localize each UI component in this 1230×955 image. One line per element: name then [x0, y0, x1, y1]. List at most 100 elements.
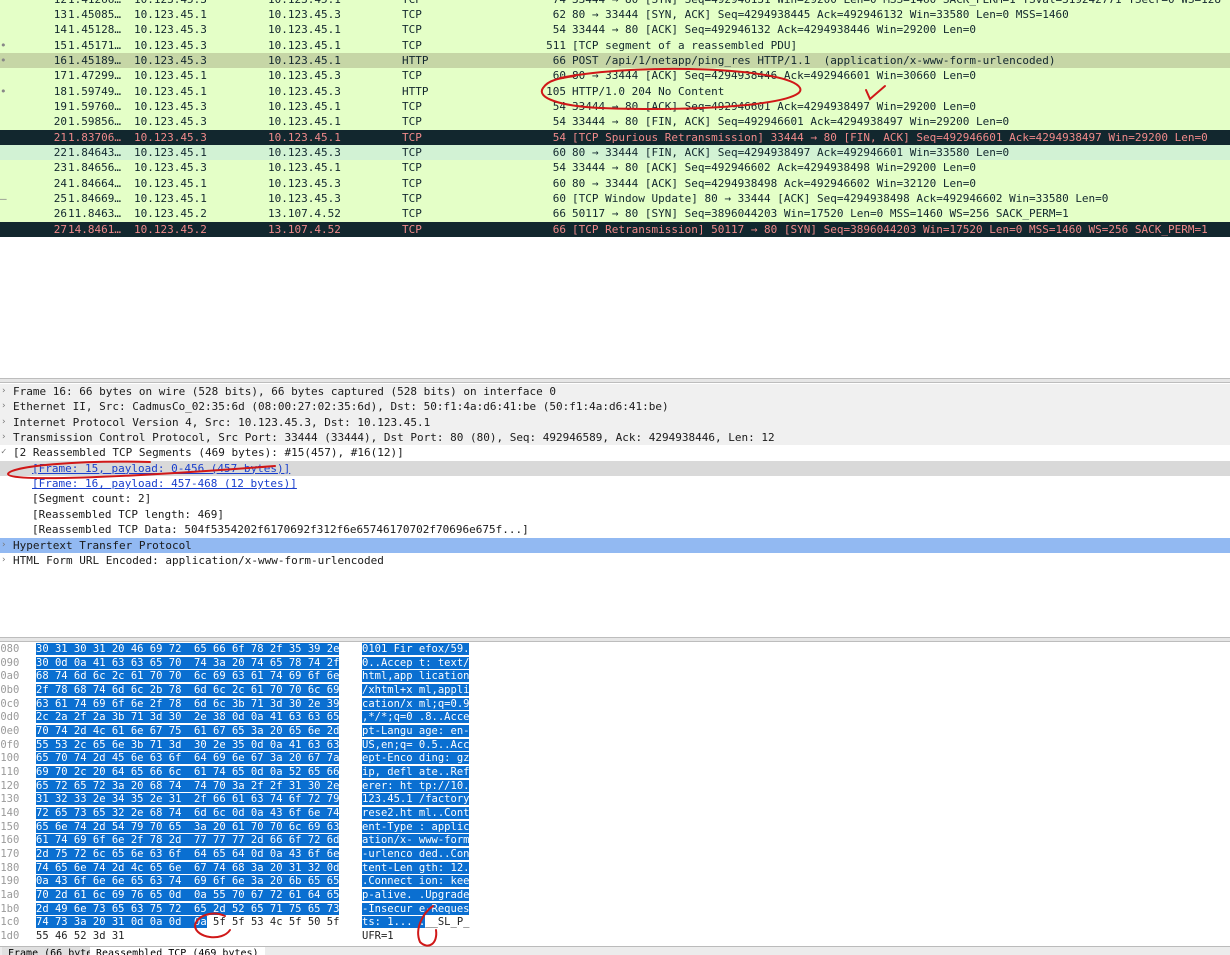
hex-offset: 0130 [0, 793, 19, 807]
ascii-selected[interactable]: ,*/*;q=0 .8..Acce [362, 711, 469, 723]
packet-time: 1.41266… [68, 0, 121, 7]
ascii-selected[interactable]: .Connect ion: kee [362, 875, 469, 887]
packet-row[interactable]: —251.84669…10.123.45.110.123.45.3TCP60[T… [0, 191, 1230, 206]
packet-row[interactable]: 241.84664…10.123.45.110.123.45.3TCP6080 … [0, 176, 1230, 191]
packet-row[interactable]: 2714.8461…10.123.45.213.107.4.52TCP66[TC… [0, 222, 1230, 237]
detail-tree-item[interactable]: ✓[2 Reassembled TCP Segments (469 bytes)… [0, 445, 1230, 460]
hex-bytes-selected[interactable]: 63 61 74 69 6f 6e 2f 78 6d 6c 3b 71 3d 3… [36, 698, 339, 710]
ascii-text[interactable]: UFR=1 [362, 930, 394, 942]
ascii-selected[interactable]: rese2.ht ml..Cont [362, 807, 469, 819]
collapsed-chevron-icon[interactable]: › [1, 553, 6, 568]
frame-link[interactable]: [Frame: 15, payload: 0-456 (457 bytes)] [32, 461, 290, 476]
detail-tree-item[interactable]: › HTML Form URL Encoded: application/x-ww… [0, 553, 1230, 568]
ascii-selected[interactable]: html,app lication [362, 670, 469, 682]
packet-row[interactable]: 231.84656…10.123.45.310.123.45.1TCP54334… [0, 160, 1230, 175]
packet-row[interactable]: 201.59856…10.123.45.310.123.45.1TCP54334… [0, 114, 1230, 129]
hex-bytes-selected[interactable]: 74 73 3a 20 31 0d 0a 0d 0a [36, 916, 207, 928]
packet-row[interactable]: 191.59760…10.123.45.310.123.45.1TCP54334… [0, 99, 1230, 114]
ascii-selected[interactable]: 0..Accep t: text/ [362, 657, 469, 669]
hex-bytes-selected[interactable]: 2f 78 68 74 6d 6c 2b 78 6d 6c 2c 61 70 7… [36, 684, 339, 696]
ascii-selected[interactable]: ept-Enco ding: gz [362, 752, 469, 764]
detail-tree-item[interactable]: [Frame: 15, payload: 0-456 (457 bytes)] [0, 461, 1230, 476]
detail-tree-item[interactable]: [Reassembled TCP Data: 504f5354202f61706… [0, 522, 1230, 537]
collapsed-chevron-icon[interactable]: › [1, 415, 6, 430]
packet-bytes-pane[interactable]: 008030 31 30 31 20 46 69 72 65 66 6f 78 … [0, 642, 1230, 946]
hex-bytes-selected[interactable]: 55 53 2c 65 6e 3b 71 3d 30 2e 35 0d 0a 4… [36, 739, 339, 751]
hex-bytes-selected[interactable]: 72 65 73 65 32 2e 68 74 6d 6c 0d 0a 43 6… [36, 807, 339, 819]
detail-tree-item[interactable]: ›Internet Protocol Version 4, Src: 10.12… [0, 415, 1230, 430]
ascii-selected[interactable]: cation/x ml;q=0.9 [362, 698, 469, 710]
detail-text: Ethernet II, Src: CadmusCo_02:35:6d (08:… [13, 399, 669, 414]
detail-tree-item[interactable]: [Segment count: 2] [0, 491, 1230, 506]
packet-length: 60 [520, 68, 566, 83]
hex-bytes-selected[interactable]: 74 65 6e 74 2d 4c 65 6e 67 74 68 3a 20 3… [36, 862, 339, 874]
packet-list[interactable]: 121.41266…10.123.45.310.123.45.1TCP74334… [0, 0, 1230, 378]
hex-bytes-selected[interactable]: 31 32 33 2e 34 35 2e 31 2f 66 61 63 74 6… [36, 793, 339, 805]
hex-bytes[interactable]: 55 46 52 3d 31 [36, 930, 125, 942]
detail-tree-item[interactable]: ›Hypertext Transfer Protocol [0, 538, 1230, 553]
ascii-selected[interactable]: pt-Langu age: en- [362, 725, 469, 737]
detail-tree-item[interactable]: › Ethernet II, Src: CadmusCo_02:35:6d (08… [0, 399, 1230, 414]
packet-row[interactable]: 121.41266…10.123.45.310.123.45.1TCP74334… [0, 0, 1230, 7]
packet-time: 1.59760… [68, 99, 121, 114]
ascii-selected[interactable]: /xhtml+x ml,appli [362, 684, 469, 696]
hex-bytes-selected[interactable]: 2d 75 72 6c 65 6e 63 6f 64 65 64 0d 0a 4… [36, 848, 339, 860]
packet-row[interactable]: 211.83706…10.123.45.310.123.45.1TCP54[TC… [0, 130, 1230, 145]
ascii-selected[interactable]: US,en;q= 0.5..Acc [362, 739, 469, 751]
hex-bytes-selected[interactable]: 70 74 2d 4c 61 6e 67 75 61 67 65 3a 20 6… [36, 725, 339, 737]
packet-source: 10.123.45.1 [134, 84, 207, 99]
packet-destination: 10.123.45.1 [268, 114, 341, 129]
hex-bytes-selected[interactable]: 70 2d 61 6c 69 76 65 0d 0a 55 70 67 72 6… [36, 889, 339, 901]
hex-bytes[interactable]: 5f 5f 53 4c 5f 50 5f [207, 916, 340, 928]
detail-tree-item[interactable]: ›Frame 16: 66 bytes on wire (528 bits), … [0, 384, 1230, 399]
hex-bytes-selected[interactable]: 30 31 30 31 20 46 69 72 65 66 6f 78 2f 3… [36, 643, 339, 655]
ascii-selected[interactable]: -urlenco ded..Con [362, 848, 469, 860]
detail-text: [Reassembled TCP Data: 504f5354202f61706… [32, 522, 529, 537]
packet-row[interactable]: •161.45189…10.123.45.310.123.45.1HTTP66P… [0, 53, 1230, 68]
packet-row[interactable]: •151.45171…10.123.45.310.123.45.1TCP511[… [0, 38, 1230, 53]
hex-bytes-selected[interactable]: 69 70 2c 20 64 65 66 6c 61 74 65 0d 0a 5… [36, 766, 339, 778]
packet-row[interactable]: 171.47299…10.123.45.110.123.45.3TCP6080 … [0, 68, 1230, 83]
hex-bytes-selected[interactable]: 30 0d 0a 41 63 63 65 70 74 3a 20 74 65 7… [36, 657, 339, 669]
packet-source: 10.123.45.3 [134, 160, 207, 175]
hex-offset: 00d0 [0, 711, 19, 725]
packet-row[interactable]: •181.59749…10.123.45.110.123.45.3HTTP105… [0, 84, 1230, 99]
packet-row[interactable]: 221.84643…10.123.45.110.123.45.3TCP6080 … [0, 145, 1230, 160]
hex-bytes-selected[interactable]: 2d 49 6e 73 65 63 75 72 65 2d 52 65 71 7… [36, 903, 339, 915]
packet-source: 10.123.45.1 [134, 68, 207, 83]
detail-tree-item[interactable]: [Reassembled TCP length: 469] [0, 507, 1230, 522]
ascii-selected[interactable]: 0101 Fir efox/59. [362, 643, 469, 655]
ascii-selected[interactable]: ip, defl ate..Ref [362, 766, 469, 778]
ascii-selected[interactable]: erer: ht tp://10. [362, 780, 469, 792]
hex-bytes-selected[interactable]: 68 74 6d 6c 2c 61 70 70 6c 69 63 61 74 6… [36, 670, 339, 682]
hex-bytes-selected[interactable]: 0a 43 6f 6e 6e 65 63 74 69 6f 6e 3a 20 6… [36, 875, 339, 887]
packet-row[interactable]: 141.45128…10.123.45.310.123.45.1TCP54334… [0, 22, 1230, 37]
ascii-selected[interactable]: tent-Len gth: 12. [362, 862, 469, 874]
ascii-selected[interactable]: ts: 1... . [362, 916, 425, 928]
packet-number: 15 [0, 38, 67, 53]
detail-tree-item[interactable]: [Frame: 16, payload: 457-468 (12 bytes)] [0, 476, 1230, 491]
hex-bytes-selected[interactable]: 65 6e 74 2d 54 79 70 65 3a 20 61 70 70 6… [36, 821, 339, 833]
collapsed-chevron-icon[interactable]: › [1, 538, 6, 553]
ascii-selected[interactable]: ent-Type : applic [362, 821, 469, 833]
ascii-selected[interactable]: 123.45.1 /factory [362, 793, 469, 805]
packet-info: HTTP/1.0 204 No Content [572, 84, 724, 99]
ascii-selected[interactable]: -Insecur e-Reques [362, 903, 469, 915]
detail-tree-item[interactable]: ›Transmission Control Protocol, Src Port… [0, 430, 1230, 445]
expanded-chevron-icon[interactable]: ✓ [1, 445, 6, 460]
hex-bytes-selected[interactable]: 2c 2a 2f 2a 3b 71 3d 30 2e 38 0d 0a 41 6… [36, 711, 339, 723]
ascii-selected[interactable]: p-alive. .Upgrade [362, 889, 469, 901]
packet-details-tree[interactable]: ›Frame 16: 66 bytes on wire (528 bits), … [0, 383, 1230, 637]
ascii-text[interactable]: __SL_P_ [425, 916, 469, 928]
packet-row[interactable]: 131.45085…10.123.45.110.123.45.3TCP6280 … [0, 7, 1230, 22]
ascii-selected[interactable]: ation/x- www-form [362, 834, 469, 846]
frame-link[interactable]: [Frame: 16, payload: 457-468 (12 bytes)] [32, 476, 297, 491]
collapsed-chevron-icon[interactable]: › [1, 399, 6, 414]
hex-bytes-selected[interactable]: 65 72 65 72 3a 20 68 74 74 70 3a 2f 2f 3… [36, 780, 339, 792]
collapsed-chevron-icon[interactable]: › [1, 430, 6, 445]
collapsed-chevron-icon[interactable]: › [1, 384, 6, 399]
hex-bytes-selected[interactable]: 61 74 69 6f 6e 2f 78 2d 77 77 77 2d 66 6… [36, 834, 339, 846]
packet-row[interactable]: 2611.8463…10.123.45.213.107.4.52TCP66501… [0, 206, 1230, 221]
detail-text: HTML Form URL Encoded: application/x-www… [13, 553, 384, 568]
hex-bytes-selected[interactable]: 65 70 74 2d 45 6e 63 6f 64 69 6e 67 3a 2… [36, 752, 339, 764]
